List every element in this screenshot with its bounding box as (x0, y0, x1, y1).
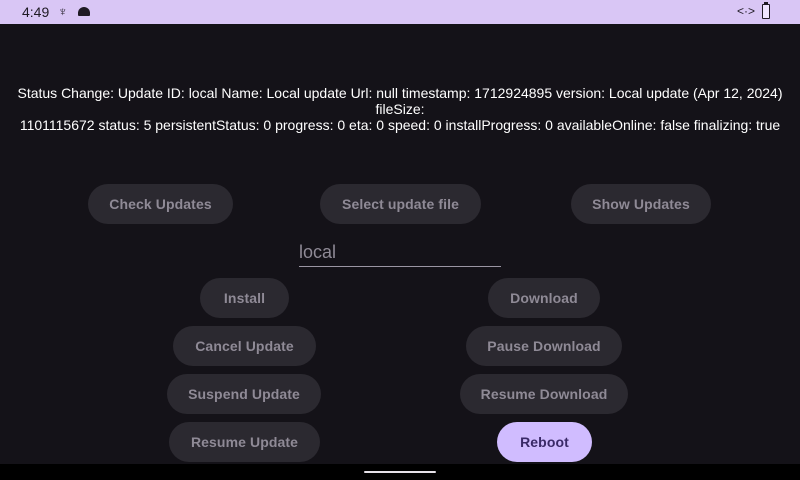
android-icon (78, 7, 90, 16)
select-update-file-button[interactable]: Select update file (320, 184, 481, 224)
show-updates-button[interactable]: Show Updates (571, 184, 711, 224)
pause-download-button[interactable]: Pause Download (466, 326, 622, 366)
status-bar: 4:49 ♆ <·> (0, 0, 800, 24)
update-id-input[interactable] (299, 239, 501, 265)
reboot-button[interactable]: Reboot (497, 422, 592, 462)
navigation-bar (0, 464, 800, 480)
status-message: Status Change: Update ID: local Name: Lo… (0, 85, 800, 133)
resume-update-button[interactable]: Resume Update (169, 422, 320, 462)
install-button[interactable]: Install (200, 278, 289, 318)
battery-icon (762, 2, 770, 19)
suspend-update-button[interactable]: Suspend Update (167, 374, 321, 414)
resume-download-button[interactable]: Resume Download (460, 374, 628, 414)
update-id-field[interactable] (299, 239, 501, 267)
home-gesture-handle[interactable] (364, 471, 436, 473)
status-message-line-1: Status Change: Update ID: local Name: Lo… (17, 85, 783, 117)
download-button[interactable]: Download (488, 278, 600, 318)
status-message-line-2: 1101115672 status: 5 persistentStatus: 0… (19, 117, 781, 133)
code-icon: <·> (737, 4, 756, 18)
cancel-update-button[interactable]: Cancel Update (173, 326, 316, 366)
usb-icon: ♆ (58, 4, 68, 19)
clock: 4:49 (22, 4, 50, 20)
check-updates-button[interactable]: Check Updates (88, 184, 233, 224)
